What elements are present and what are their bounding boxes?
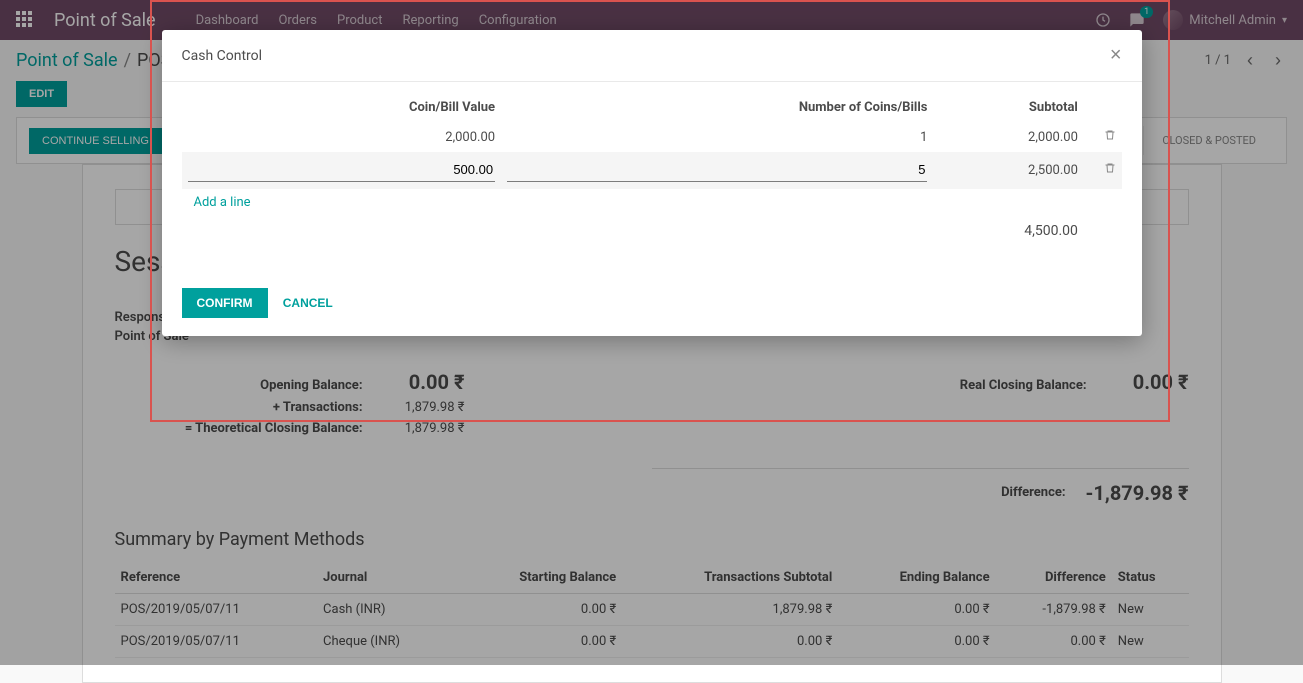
col-coin-count: Number of Coins/Bills xyxy=(501,92,933,123)
cancel-button[interactable]: CANCEL xyxy=(283,296,333,310)
close-icon[interactable]: × xyxy=(1110,44,1122,67)
col-subtotal: Subtotal xyxy=(933,92,1083,123)
coin-value-input[interactable] xyxy=(188,158,496,182)
coin-count-input[interactable] xyxy=(507,158,927,182)
col-coin-value: Coin/Bill Value xyxy=(182,92,502,123)
cash-table: Coin/Bill Value Number of Coins/Bills Su… xyxy=(182,92,1122,246)
cash-row: 2,500.00 xyxy=(182,152,1122,189)
confirm-button[interactable]: CONFIRM xyxy=(182,288,268,318)
cash-row: 2,000.00 1 2,000.00 xyxy=(182,123,1122,152)
modal-title: Cash Control xyxy=(182,48,263,64)
coin-subtotal: 2,000.00 xyxy=(933,123,1083,152)
coin-value[interactable]: 2,000.00 xyxy=(182,123,502,152)
cash-control-modal: Cash Control × Coin/Bill Value Number of… xyxy=(162,30,1142,336)
add-line-link[interactable]: Add a line xyxy=(188,189,257,216)
coin-subtotal: 2,500.00 xyxy=(933,152,1083,189)
delete-row-button[interactable] xyxy=(1104,129,1116,141)
delete-row-button[interactable] xyxy=(1104,162,1116,174)
coin-count[interactable]: 1 xyxy=(501,123,933,152)
modal-backdrop[interactable]: Cash Control × Coin/Bill Value Number of… xyxy=(0,0,1303,665)
cash-total: 4,500.00 xyxy=(933,217,1083,246)
